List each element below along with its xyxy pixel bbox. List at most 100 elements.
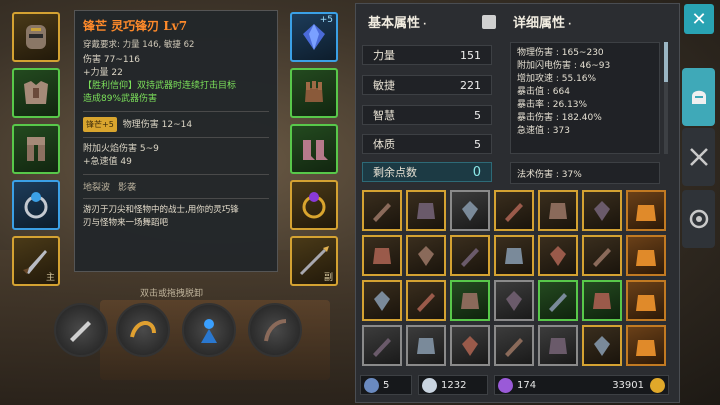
inventory-slot[interactable] — [362, 190, 402, 231]
inventory-slot[interactable] — [538, 235, 578, 276]
chest-slot[interactable] — [12, 68, 60, 118]
equipment-item-icon — [594, 200, 610, 221]
detail-scrollbar[interactable] — [664, 42, 668, 154]
inventory-grid — [362, 190, 674, 368]
swords-icon — [364, 378, 379, 393]
detail-line: 物理伤害 : 165~230 — [517, 48, 604, 58]
item-desc-line-2: 刃与怪物来一场舞蹈吧 — [83, 218, 169, 228]
inventory-slot[interactable] — [406, 325, 446, 366]
equipment-item-icon — [417, 337, 435, 354]
item-passive-line-2: 造成89%武器伤害 — [83, 94, 158, 104]
divider — [83, 111, 269, 112]
inventory-slot[interactable] — [362, 235, 402, 276]
item-tooltip: 锋芒 灵巧锋刃 Lv7 穿戴要求: 力量 146, 敏捷 62 伤害 77~11… — [74, 10, 278, 272]
equipment-item-icon — [373, 337, 391, 357]
equipment-item-icon — [373, 202, 391, 222]
inventory-slot[interactable] — [538, 325, 578, 366]
inventory-slot[interactable] — [450, 190, 490, 231]
inventory-slot[interactable] — [582, 190, 622, 231]
main-weapon-slot[interactable]: 主 — [12, 236, 60, 286]
stat-wisdom: 智慧 5 — [362, 105, 492, 125]
stat-value: 5 — [474, 108, 481, 122]
stat-value: 5 — [474, 137, 481, 151]
equipment-item-icon — [549, 292, 567, 312]
item-requirement: 穿戴要求: 力量 146, 敏捷 62 — [83, 40, 195, 50]
ring-slot-left[interactable] — [12, 180, 60, 230]
item-skills: 地裂波 影袭 — [83, 180, 269, 193]
item-name: 锋芒 灵巧锋刃 Lv7 — [83, 19, 188, 33]
currency-bar-right: 174 33901 — [494, 375, 669, 395]
equipment-item-icon — [593, 247, 611, 267]
enhance-badge: +5 — [319, 15, 333, 25]
inventory-slot[interactable] — [406, 280, 446, 321]
inventory-slot[interactable] — [450, 235, 490, 276]
equipment-item-icon — [549, 202, 567, 219]
legs-slot[interactable] — [12, 124, 60, 174]
chest-armor-icon — [24, 81, 48, 104]
close-button[interactable]: ✕ — [684, 4, 714, 34]
whirlwind-icon — [130, 321, 156, 338]
ring-slot-right[interactable] — [290, 180, 338, 230]
bag-slot[interactable] — [626, 325, 666, 366]
detail-line: 增加攻速 : 55.16% — [517, 74, 597, 84]
gold-ring-icon — [302, 192, 326, 219]
inventory-slot[interactable] — [494, 325, 534, 366]
detail-stats-list[interactable]: 物理伤害 : 165~230 附加闪电伤害 : 46~93 增加攻速 : 55.… — [510, 42, 660, 154]
equipment-item-icon — [462, 200, 478, 221]
inventory-slot[interactable] — [538, 190, 578, 231]
equipment-item-icon — [417, 292, 435, 312]
bag-slot[interactable] — [626, 280, 666, 321]
skill-shadow[interactable] — [182, 303, 236, 357]
inventory-slot[interactable] — [362, 325, 402, 366]
inventory-slot[interactable] — [450, 325, 490, 366]
gloves-slot[interactable] — [290, 68, 338, 118]
bag-slot[interactable] — [626, 190, 666, 231]
inventory-slot[interactable] — [494, 190, 534, 231]
backpack-icon — [636, 204, 656, 221]
tab-weapons[interactable] — [682, 128, 715, 186]
inventory-slot[interactable] — [582, 235, 622, 276]
currency-swords: 5 — [360, 375, 412, 395]
inventory-slot[interactable] — [406, 235, 446, 276]
currency-gems: 1232 — [418, 375, 488, 395]
helmet-slot[interactable] — [12, 12, 60, 62]
slot-tag-main: 主 — [45, 273, 55, 283]
inventory-slot[interactable] — [450, 280, 490, 321]
skill-slash[interactable] — [54, 303, 108, 357]
backpack-icon — [636, 294, 656, 311]
stat-label: 体质 — [373, 138, 395, 151]
detail-line: 附加闪电伤害 : 46~93 — [517, 61, 611, 71]
detail-line: 急速值 : 373 — [517, 126, 570, 136]
boots-slot[interactable] — [290, 124, 338, 174]
close-icon: ✕ — [691, 8, 707, 30]
stat-label: 力量 — [373, 49, 395, 62]
ring-icon — [24, 192, 48, 219]
amulet-slot[interactable]: +5 — [290, 12, 338, 62]
scroll-thumb[interactable] — [664, 42, 668, 82]
gear-icon — [689, 209, 708, 229]
inventory-slot[interactable] — [406, 190, 446, 231]
off-weapon-slot[interactable]: 副 — [290, 236, 338, 286]
inventory-slot[interactable] — [538, 280, 578, 321]
skill-whirl[interactable] — [116, 303, 170, 357]
inventory-slot[interactable] — [582, 325, 622, 366]
gold-coin-icon — [650, 378, 665, 393]
gem-icon — [422, 378, 437, 393]
stat-label: 智慧 — [373, 109, 395, 122]
stat-value: 0 — [472, 164, 481, 180]
enhance-row: 锋芒+5 物理伤害 12~14 — [83, 117, 269, 132]
equipment-item-icon — [594, 335, 610, 356]
attr-info-icon[interactable] — [482, 15, 496, 29]
bag-slot[interactable] — [626, 235, 666, 276]
unequip-hint: 双击或拖拽脱卸 — [140, 289, 204, 299]
skill-dash[interactable] — [248, 303, 302, 357]
equipment-item-icon — [505, 202, 523, 222]
inventory-slot[interactable] — [494, 280, 534, 321]
inventory-slot[interactable] — [582, 280, 622, 321]
inventory-slot[interactable] — [494, 235, 534, 276]
stat-value: 221 — [460, 78, 481, 92]
equipment-item-icon — [549, 337, 567, 354]
tab-settings[interactable] — [682, 190, 715, 248]
tab-equipment[interactable] — [682, 68, 715, 126]
inventory-slot[interactable] — [362, 280, 402, 321]
